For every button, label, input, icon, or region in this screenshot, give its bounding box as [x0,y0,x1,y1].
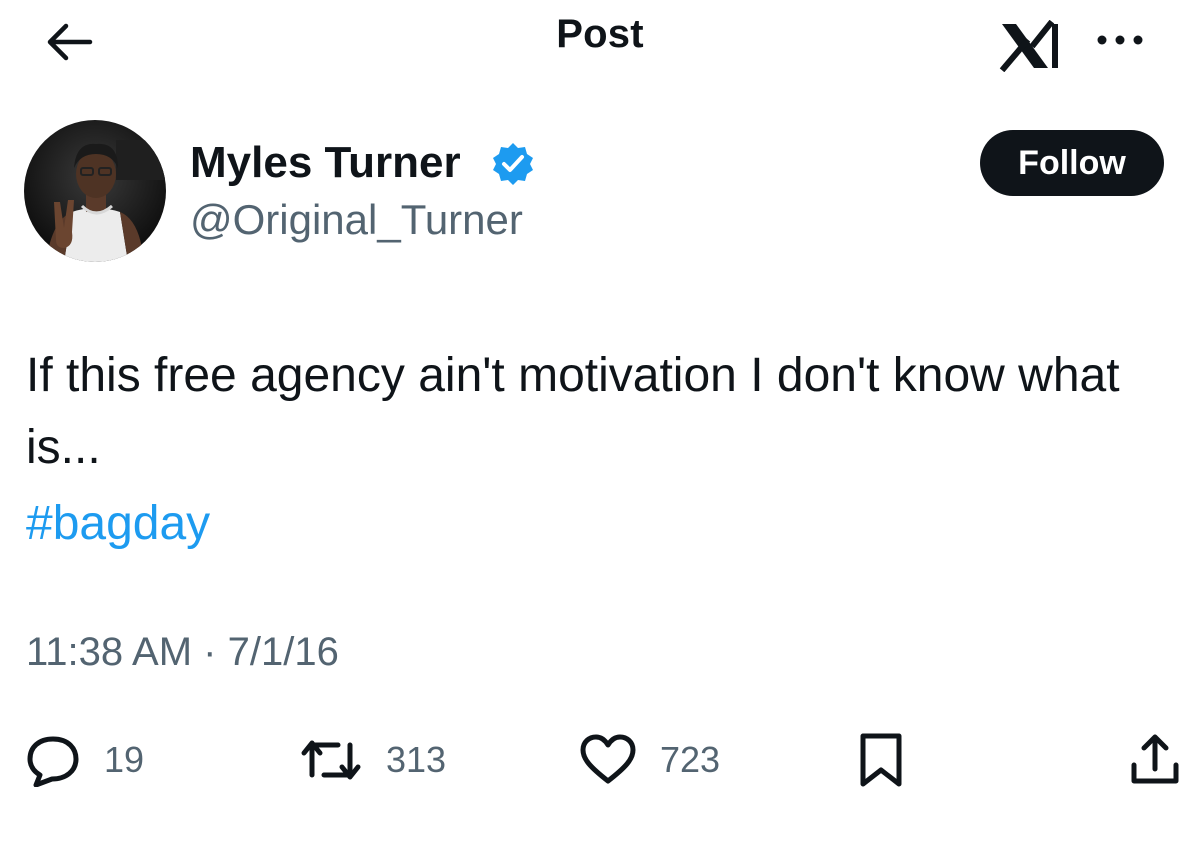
author-handle[interactable]: @Original_Turner [190,196,523,244]
repost-count: 313 [386,739,447,780]
author-name[interactable]: Myles Turner [190,138,461,188]
post-date[interactable]: 7/1/16 [228,630,339,674]
more-horizontal-icon [1097,35,1143,45]
verified-badge-icon [490,141,536,187]
bookmark-button[interactable] [856,730,906,790]
reply-icon [27,736,79,787]
heart-icon [580,734,636,784]
avatar[interactable] [24,120,166,262]
x-logo-icon [998,19,1064,73]
share-icon [1131,734,1179,784]
share-button[interactable] [1126,730,1184,790]
reply-count: 19 [104,739,145,780]
reply-button[interactable]: 19 [24,730,144,790]
hashtag-link[interactable]: #bagday [26,488,210,560]
repost-icon [301,740,361,780]
post-time[interactable]: 11:38 AM [26,630,192,674]
like-count: 723 [660,739,721,780]
like-button[interactable]: 723 [578,730,720,790]
separator: · [203,630,217,674]
bookmark-icon [860,733,902,787]
post-text: If this free agency ain't motivation I d… [26,349,1120,474]
more-options-button[interactable] [1090,22,1150,62]
follow-button[interactable]: Follow [980,130,1164,196]
post-timestamp: 11:38 AM · 7/1/16 [26,630,339,675]
repost-button[interactable]: 313 [298,730,446,790]
